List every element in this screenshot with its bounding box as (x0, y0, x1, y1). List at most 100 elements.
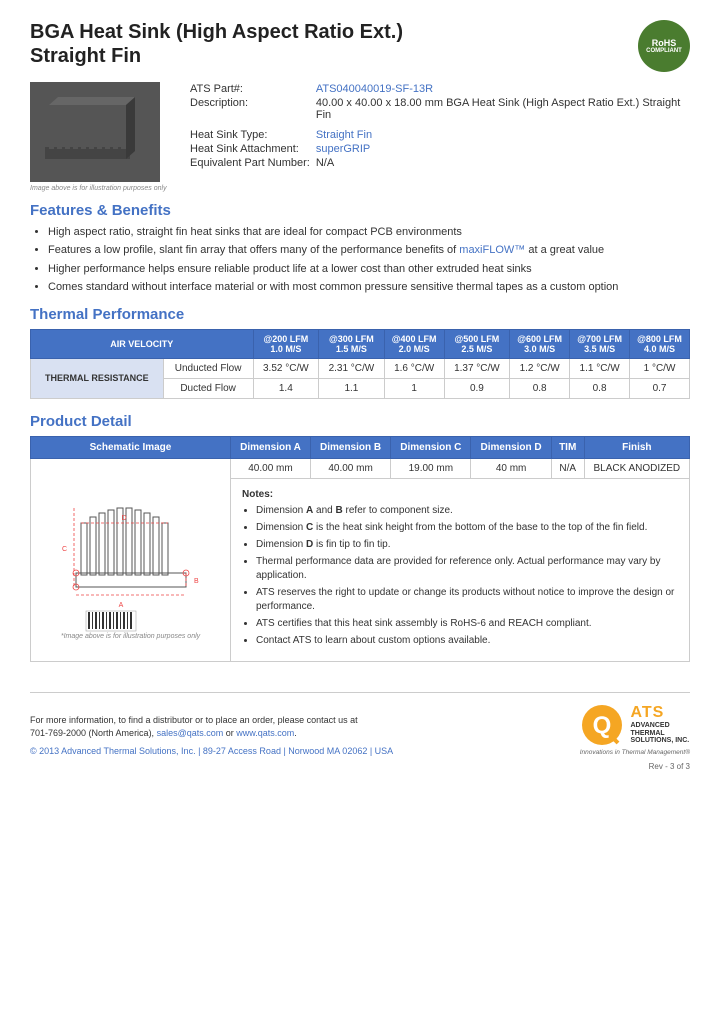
spec-row-part: ATS Part#: ATS040040019-SF-13R (190, 82, 690, 96)
air-velocity-header: AIR VELOCITY (31, 329, 254, 358)
note-5: ATS reserves the right to update or chan… (256, 586, 678, 614)
ducted-200: 1.4 (253, 378, 319, 398)
footer-copyright: © 2013 Advanced Thermal Solutions, Inc. … (30, 746, 393, 756)
footer-contact: For more information, to find a distribu… (30, 714, 393, 741)
detail-data-row: A B C D (31, 458, 690, 478)
product-image-box (30, 82, 160, 182)
features-list: High aspect ratio, straight fin heat sin… (30, 225, 690, 296)
feature-item-2: Features a low profile, slant fin array … (48, 243, 690, 258)
ats-logo-box: Q ATS ADVANCED THERMAL SOLUTIONS, INC. I… (580, 703, 690, 756)
svg-text:C: C (62, 546, 67, 553)
col-dim-d: Dimension D (471, 436, 551, 458)
page-header: BGA Heat Sink (High Aspect Ratio Ext.) S… (30, 20, 690, 72)
svg-text:D: D (121, 515, 126, 522)
col-dim-a: Dimension A (231, 436, 311, 458)
spec-row-desc: Description: 40.00 x 40.00 x 18.00 mm BG… (190, 96, 690, 122)
note-7: Contact ATS to learn about custom option… (256, 634, 678, 648)
thermal-title: Thermal Performance (30, 306, 690, 323)
unducted-label: Unducted Flow (163, 358, 253, 378)
notes-cell: Notes: Dimension A and B refer to compon… (231, 478, 690, 661)
footer-left: For more information, to find a distribu… (30, 714, 393, 756)
svg-text:Q: Q (593, 712, 612, 739)
col-schematic: Schematic Image (31, 436, 231, 458)
page-number: Rev - 3 of 3 (30, 762, 690, 771)
col-tim: TIM (551, 436, 584, 458)
note-6: ATS certifies that this heat sink assemb… (256, 617, 678, 631)
notes-list: Dimension A and B refer to component siz… (242, 504, 678, 648)
product-title: BGA Heat Sink (High Aspect Ratio Ext.) S… (30, 20, 403, 68)
unducted-200: 3.52 °C/W (253, 358, 319, 378)
col-200lfm: @200 LFM1.0 M/S (253, 329, 319, 358)
tim-value: N/A (551, 458, 584, 478)
equiv-value: N/A (316, 156, 690, 170)
dim-a-value: 40.00 mm (231, 458, 311, 478)
ducted-500: 0.9 (444, 378, 510, 398)
unducted-300: 2.31 °C/W (319, 358, 385, 378)
ducted-300: 1.1 (319, 378, 385, 398)
ats-text-block: ATS ADVANCED THERMAL SOLUTIONS, INC. (630, 704, 689, 745)
thermal-header-row: AIR VELOCITY @200 LFM1.0 M/S @300 LFM1.5… (31, 329, 690, 358)
title-line1: BGA Heat Sink (High Aspect Ratio Ext.) (30, 20, 403, 44)
unducted-400: 1.6 °C/W (384, 358, 444, 378)
ducted-400: 1 (384, 378, 444, 398)
part-label: ATS Part#: (190, 82, 316, 96)
col-600lfm: @600 LFM3.0 M/S (510, 329, 570, 358)
product-detail-table: Schematic Image Dimension A Dimension B … (30, 436, 690, 662)
spec-row-type: Heat Sink Type: Straight Fin (190, 128, 690, 142)
col-dim-c: Dimension C (391, 436, 471, 458)
col-300lfm: @300 LFM1.5 M/S (319, 329, 385, 358)
maxiflow-highlight: maxiFLOW™ (459, 244, 525, 256)
notes-title: Notes: (242, 489, 678, 500)
schematic-cell: A B C D (31, 458, 231, 661)
svg-text:B: B (194, 578, 199, 585)
feature-item-3: Higher performance helps ensure reliable… (48, 262, 690, 277)
image-caption: Image above is for illustration purposes… (30, 185, 170, 192)
ats-name: ATS (630, 704, 689, 722)
feature-item-1: High aspect ratio, straight fin heat sin… (48, 225, 690, 240)
product-info-section: Image above is for illustration purposes… (30, 82, 690, 192)
rohs-text: RoHS (652, 38, 677, 48)
feature-item-4: Comes standard without interface materia… (48, 280, 690, 295)
equiv-label: Equivalent Part Number: (190, 156, 316, 170)
col-800lfm: @800 LFM4.0 M/S (630, 329, 690, 358)
rohs-compliant: COMPLIANT (646, 48, 682, 54)
ats-tagline: Innovations in Thermal Management® (580, 749, 690, 756)
title-line2: Straight Fin (30, 44, 403, 68)
col-dim-b: Dimension B (310, 436, 390, 458)
unducted-600: 1.2 °C/W (510, 358, 570, 378)
finish-value: BLACK ANODIZED (584, 458, 689, 478)
dim-d-value: 40 mm (471, 458, 551, 478)
part-value: ATS040040019-SF-13R (316, 82, 690, 96)
product-specs: ATS Part#: ATS040040019-SF-13R Descripti… (190, 82, 690, 192)
col-500lfm: @500 LFM2.5 M/S (444, 329, 510, 358)
col-400lfm: @400 LFM2.0 M/S (384, 329, 444, 358)
footer-website[interactable]: www.qats.com (236, 728, 294, 738)
footer-email[interactable]: sales@qats.com (157, 728, 224, 738)
note-3: Dimension D is fin tip to fin tip. (256, 538, 678, 552)
features-title: Features & Benefits (30, 202, 690, 219)
spec-row-equiv: Equivalent Part Number: N/A (190, 156, 690, 170)
ats-fullname: ADVANCED THERMAL SOLUTIONS, INC. (630, 722, 689, 745)
unducted-800: 1 °C/W (630, 358, 690, 378)
footer-section: For more information, to find a distribu… (30, 692, 690, 756)
notes-section: Notes: Dimension A and B refer to compon… (236, 483, 684, 657)
schematic-image-box: A B C D (36, 463, 221, 633)
note-4: Thermal performance data are provided fo… (256, 555, 678, 583)
spec-row-attachment: Heat Sink Attachment: superGRIP (190, 142, 690, 156)
type-value: Straight Fin (316, 128, 690, 142)
ducted-600: 0.8 (510, 378, 570, 398)
rohs-badge: RoHS COMPLIANT (638, 20, 690, 72)
heatsink-illustration (35, 87, 155, 177)
ats-logo: Q ATS ADVANCED THERMAL SOLUTIONS, INC. (580, 703, 689, 747)
thermal-resistance-label: THERMAL RESISTANCE (31, 358, 164, 398)
desc-value: 40.00 x 40.00 x 18.00 mm BGA Heat Sink (… (316, 96, 690, 122)
type-label: Heat Sink Type: (190, 128, 316, 142)
svg-text:A: A (119, 602, 124, 609)
product-detail-title: Product Detail (30, 413, 690, 430)
col-700lfm: @700 LFM3.5 M/S (570, 329, 630, 358)
ducted-700: 0.8 (570, 378, 630, 398)
attachment-value: superGRIP (316, 142, 690, 156)
ducted-label: Ducted Flow (163, 378, 253, 398)
attachment-label: Heat Sink Attachment: (190, 142, 316, 156)
dim-b-value: 40.00 mm (310, 458, 390, 478)
